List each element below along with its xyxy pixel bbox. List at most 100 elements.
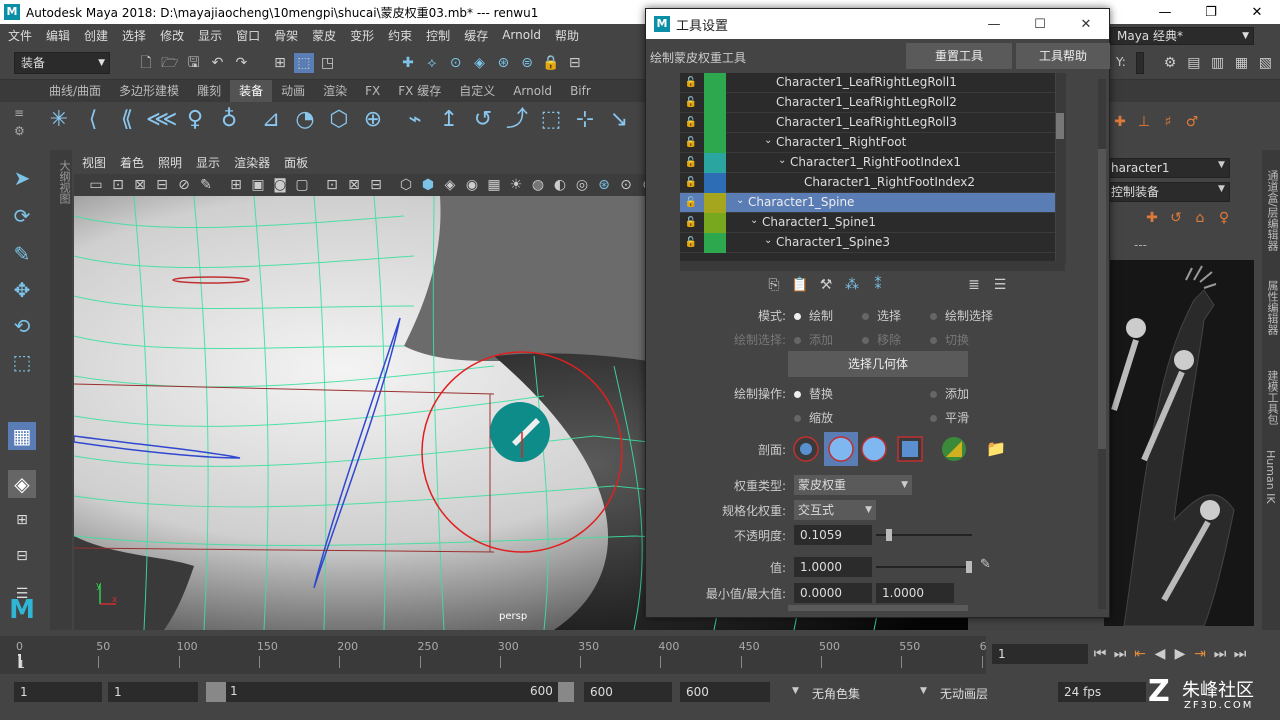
influence-row[interactable]: 🔓 ⌄ Character1_Spine3 [680, 233, 1055, 253]
eyedropper-icon[interactable]: ✎ [980, 557, 991, 572]
undo-icon[interactable]: ↶ [207, 53, 227, 73]
hik-toolbar-2-icon[interactable]: ↺ [1166, 208, 1186, 228]
hik-figure-icon[interactable]: ♂ [1182, 112, 1202, 132]
lock-icon[interactable]: 🔓 [684, 236, 698, 250]
source-combo[interactable]: 控制装备 [1104, 182, 1230, 202]
reset-tool-button[interactable]: 重置工具 [906, 43, 1012, 69]
char-set-arrow-icon[interactable]: ▼ [792, 686, 799, 696]
mode-select-radio[interactable]: 选择 [862, 307, 901, 324]
menu-item[interactable]: 骨架 [274, 27, 298, 44]
shelf-tab[interactable]: 多边形建模 [110, 80, 188, 102]
dialog-truncated-button[interactable] [788, 605, 968, 611]
snap-surface-icon[interactable]: ⊛ [493, 53, 513, 73]
xray-icon[interactable]: ⊙ [616, 175, 636, 195]
anti-alias-icon[interactable]: ◎ [572, 175, 592, 195]
humanik-icon[interactable]: ♀ [180, 109, 210, 140]
wireframe-on-shaded-icon[interactable]: ◈ [440, 175, 460, 195]
dialog-scroll-thumb[interactable] [1098, 149, 1106, 449]
gate-mask-icon[interactable]: ▢ [292, 175, 312, 195]
lock-icon[interactable]: 🔓 [684, 116, 698, 130]
shelf-tab[interactable]: Bifr [561, 80, 600, 102]
play-icon[interactable]: ▶ [1170, 644, 1190, 664]
opacity-slider-handle[interactable] [885, 529, 892, 541]
step-back-key-icon[interactable]: ⏭ [1110, 644, 1130, 664]
shelf-tab[interactable]: FX [356, 80, 389, 102]
influence-row[interactable]: 🔓 Character1_LeafRightLegRoll2 [680, 93, 1055, 113]
smooth-shade-icon[interactable]: ⬢ [418, 175, 438, 195]
ik-handle-icon[interactable]: ⟨ [78, 109, 108, 140]
sort-hierarchy-icon[interactable]: ☰ [990, 275, 1010, 295]
grid-icon[interactable]: ⊞ [226, 175, 246, 195]
viewport-menu-item[interactable]: 显示 [196, 154, 220, 171]
image-plane-icon[interactable]: ⊟ [152, 175, 172, 195]
weight-hammer-icon[interactable]: ⚒ [816, 275, 836, 295]
viewport-menu-item[interactable]: 着色 [120, 154, 144, 171]
max-value-field[interactable]: 1.0000 [876, 583, 954, 603]
influence-row[interactable]: 🔓 ⌄ Character1_Spine1 [680, 213, 1055, 233]
influence-row[interactable]: 🔓 ⌄ Character1_RightFootIndex1 [680, 153, 1055, 173]
dialog-close-button[interactable]: ✕ [1063, 9, 1109, 39]
character-set-dropdown[interactable]: 无角色集 [812, 685, 860, 702]
hierarchy-mode-icon[interactable]: ⊞ [270, 53, 290, 73]
menu-item[interactable]: 修改 [160, 27, 184, 44]
redo-icon[interactable]: ↷ [231, 53, 251, 73]
motion-blur-icon[interactable]: ◐ [550, 175, 570, 195]
parent-constraint-icon[interactable]: ⤴ [502, 109, 532, 140]
paint-select-add-radio[interactable]: 添加 [794, 331, 833, 348]
lock-icon[interactable]: 🔓 [684, 136, 698, 150]
camera-select-icon[interactable]: ▭ [86, 175, 106, 195]
fps-dropdown[interactable]: 24 fps [1058, 682, 1146, 702]
menu-item[interactable]: 编辑 [46, 27, 70, 44]
min-value-field[interactable]: 0.0000 [794, 583, 872, 603]
workspace-combo[interactable]: Maya 经典* ▼ [1110, 27, 1254, 45]
camera-lock-icon[interactable]: ⊡ [108, 175, 128, 195]
influence-color-swatch[interactable] [704, 73, 726, 93]
bookmark-icon[interactable]: ⊠ [130, 175, 150, 195]
lock-icon[interactable]: 🔓 [684, 96, 698, 110]
viewport-menu-item[interactable]: 面板 [284, 154, 308, 171]
step-back-icon[interactable]: ◀ [1150, 644, 1170, 664]
menu-item[interactable]: 约束 [388, 27, 412, 44]
scale-constraint-icon[interactable]: ⬚ [536, 109, 566, 140]
expand-arrow-icon[interactable]: ⌄ [750, 215, 758, 226]
quick-rig-icon[interactable]: ♁ [214, 109, 244, 140]
hik-toggle-icon[interactable]: ▧ [1255, 53, 1275, 73]
menu-item[interactable]: Arnold [502, 28, 541, 42]
single-view-icon[interactable]: ◈ [8, 470, 36, 498]
weight-type-dropdown[interactable]: 蒙皮权重 ▼ [794, 475, 912, 495]
expand-arrow-icon[interactable]: ⌄ [778, 155, 786, 166]
dialog-title-bar[interactable]: M 工具设置 — ☐ ✕ [646, 9, 1109, 39]
hik-toolbar-1-icon[interactable]: ✚ [1142, 208, 1162, 228]
rotate-tool-icon[interactable]: ⟲ [8, 312, 36, 340]
opacity-field[interactable]: 0.1059 [794, 525, 872, 545]
attribute-editor-toggle-icon[interactable]: ⚙ [1160, 53, 1180, 73]
paste-weights-icon[interactable]: 📋 [790, 275, 810, 295]
menu-item[interactable]: 变形 [350, 27, 374, 44]
animation-layer-dropdown[interactable]: 无动画层 [940, 685, 988, 702]
range-start-handle[interactable] [206, 682, 226, 702]
paint-select-tool-icon[interactable]: ✎ [8, 240, 36, 268]
profile-gaussian-icon[interactable] [792, 435, 820, 463]
snap-extra-icon[interactable]: ⊟ [565, 53, 585, 73]
lock-icon[interactable]: 🔒 [541, 53, 561, 73]
snap-grid-icon[interactable]: ✚ [398, 53, 418, 73]
geometry-constraint-icon[interactable]: ↘ [604, 109, 634, 140]
ambient-occlusion-icon[interactable]: ◍ [528, 175, 548, 195]
browse-folder-icon[interactable]: 📁 [986, 439, 1006, 458]
range-slider[interactable]: 1 600 [206, 682, 574, 702]
menu-item[interactable]: 帮助 [555, 27, 579, 44]
influence-color-swatch[interactable] [704, 93, 726, 113]
profile-image-icon[interactable] [940, 435, 968, 463]
shelf-tab[interactable]: 雕刻 [188, 80, 230, 102]
influence-row[interactable]: 🔓 Character1_LeafRightLegRoll1 [680, 73, 1055, 93]
viewport-menu-item[interactable]: 照明 [158, 154, 182, 171]
go-to-start-icon[interactable]: ⏮ [1090, 644, 1110, 664]
copy-weights-icon[interactable]: ⎘ [764, 275, 784, 295]
resolution-gate-icon[interactable]: ◙ [270, 175, 290, 195]
maximize-button[interactable]: ❐ [1188, 0, 1234, 24]
paint-op-smooth-radio[interactable]: 平滑 [930, 409, 969, 426]
tool-settings-toggle-icon[interactable]: ▤ [1184, 53, 1204, 73]
go-to-end-icon[interactable]: ⏭ [1230, 644, 1250, 664]
value-slider-handle[interactable] [966, 561, 972, 573]
value-field[interactable]: 1.0000 [794, 557, 872, 577]
